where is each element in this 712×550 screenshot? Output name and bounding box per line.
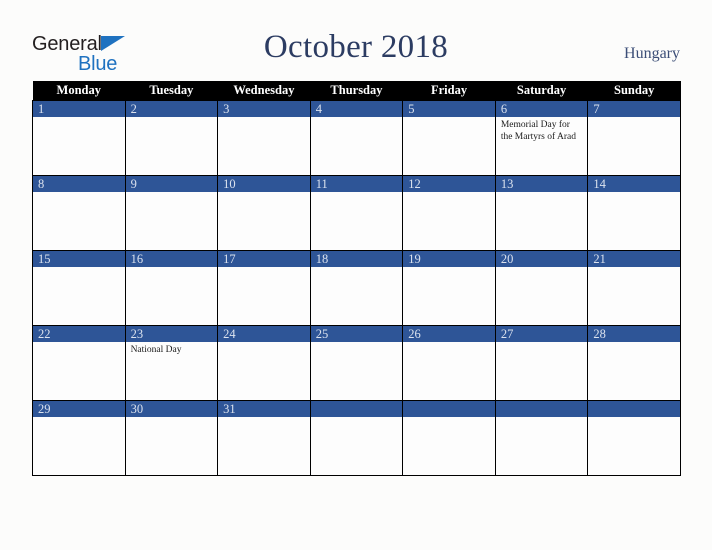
page-title: October 2018 (263, 29, 449, 65)
calendar-week-row: 29 30 31 (32, 400, 681, 476)
weekday-header-tuesday: Tuesday (125, 81, 218, 101)
day-number: 21 (588, 251, 680, 267)
calendar-day-cell[interactable]: 7 (587, 100, 681, 176)
day-number: 19 (403, 251, 495, 267)
calendar-empty-cell[interactable] (587, 400, 681, 476)
day-number: 13 (495, 176, 588, 192)
day-number: 18 (310, 251, 403, 267)
day-number: 31 (218, 401, 310, 417)
weekday-header-thursday: Thursday (310, 81, 403, 101)
day-number: 2 (125, 101, 218, 117)
calendar-day-cell[interactable]: 8 (32, 175, 126, 251)
calendar-week-row: 15 16 17 18 19 20 21 (32, 250, 681, 326)
calendar-day-cell[interactable]: 6 Memorial Day for the Martyrs of Arad (494, 100, 589, 176)
day-number: 10 (218, 176, 310, 192)
day-number: 1 (33, 101, 125, 117)
calendar-day-cell[interactable]: 1 (32, 100, 126, 176)
day-number: 5 (403, 101, 495, 117)
weekday-header-wednesday: Wednesday (217, 81, 311, 101)
calendar-day-cell[interactable]: 19 (402, 250, 496, 326)
day-number: 22 (33, 326, 125, 342)
calendar-day-cell[interactable]: 11 (309, 175, 404, 251)
day-number: 9 (125, 176, 218, 192)
day-number: 15 (33, 251, 125, 267)
weekday-header-friday: Friday (402, 81, 496, 101)
calendar-day-cell[interactable]: 16 (124, 250, 219, 326)
country-label: Hungary (624, 45, 680, 62)
calendar-day-cell[interactable]: 18 (309, 250, 404, 326)
day-number: 11 (310, 176, 403, 192)
day-number: 16 (125, 251, 218, 267)
calendar-day-cell[interactable]: 23 National Day (124, 325, 219, 401)
calendar-week-row: 22 23 National Day 24 25 26 27 28 (32, 325, 681, 401)
calendar-day-cell[interactable]: 5 (402, 100, 496, 176)
weekday-header-row: Monday Tuesday Wednesday Thursday Friday Satu… (32, 81, 681, 101)
day-number: 25 (310, 326, 403, 342)
holiday-label: National Day (130, 345, 182, 355)
calendar-day-cell[interactable]: 29 (32, 400, 126, 476)
day-number (403, 401, 495, 417)
calendar-page: General Blue October 2018 Hungary Monday… (0, 0, 712, 550)
calendar-day-cell[interactable]: 21 (587, 250, 681, 326)
calendar-day-cell[interactable]: 27 (494, 325, 589, 401)
calendar-day-cell[interactable]: 17 (217, 250, 311, 326)
calendar-day-cell[interactable]: 14 (587, 175, 681, 251)
calendar-empty-cell[interactable] (494, 400, 589, 476)
day-number: 30 (125, 401, 218, 417)
day-number: 4 (310, 101, 403, 117)
day-number: 24 (218, 326, 310, 342)
day-number (310, 401, 403, 417)
day-events: National Day (126, 342, 218, 357)
calendar-week-row: 1 2 3 4 5 6 Memorial Day for the Martyrs of Ar… (32, 100, 681, 176)
calendar-day-cell[interactable]: 25 (309, 325, 404, 401)
day-events: Memorial Day for the Martyrs of Arad (496, 117, 588, 143)
calendar-day-cell[interactable]: 12 (402, 175, 496, 251)
calendar-day-cell[interactable]: 4 (309, 100, 404, 176)
day-number: 12 (403, 176, 495, 192)
calendar-day-cell[interactable]: 28 (587, 325, 681, 401)
weekday-header-sunday: Sunday (587, 81, 681, 101)
day-number: 23 (125, 326, 218, 342)
calendar-day-cell[interactable]: 30 (124, 400, 219, 476)
calendar-empty-cell[interactable] (309, 400, 404, 476)
calendar-grid: Monday Tuesday Wednesday Thursday Friday Satu… (32, 81, 681, 476)
page-header: General Blue October 2018 Hungary (0, 0, 712, 80)
day-number: 17 (218, 251, 310, 267)
weekday-header-monday: Monday (32, 81, 126, 101)
calendar-day-cell[interactable]: 15 (32, 250, 126, 326)
calendar-day-cell[interactable]: 2 (124, 100, 219, 176)
day-number: 14 (588, 176, 680, 192)
holiday-label: Memorial Day for the Martyrs of Arad (500, 120, 577, 142)
calendar-day-cell[interactable]: 3 (217, 100, 311, 176)
day-number: 6 (495, 101, 588, 117)
calendar-body: 1 2 3 4 5 6 Memorial Day for the Martyrs of Ar… (32, 100, 681, 476)
day-number (495, 401, 588, 417)
calendar-day-cell[interactable]: 10 (217, 175, 311, 251)
day-number: 27 (495, 326, 588, 342)
calendar-empty-cell[interactable] (402, 400, 496, 476)
calendar-week-row: 8 9 10 11 12 13 14 (32, 175, 681, 251)
calendar-day-cell[interactable]: 22 (32, 325, 126, 401)
day-number: 26 (403, 326, 495, 342)
day-number: 8 (33, 176, 125, 192)
day-number: 7 (588, 101, 680, 117)
day-number (588, 401, 680, 417)
calendar-day-cell[interactable]: 9 (124, 175, 219, 251)
day-number: 28 (588, 326, 680, 342)
day-number: 29 (33, 401, 125, 417)
day-number: 20 (495, 251, 588, 267)
weekday-header-saturday: Saturday (495, 81, 588, 101)
calendar-day-cell[interactable]: 26 (402, 325, 496, 401)
calendar-day-cell[interactable]: 20 (494, 250, 589, 326)
calendar-day-cell[interactable]: 31 (217, 400, 311, 476)
calendar-day-cell[interactable]: 24 (217, 325, 311, 401)
day-number: 3 (218, 101, 310, 117)
calendar-day-cell[interactable]: 13 (494, 175, 589, 251)
